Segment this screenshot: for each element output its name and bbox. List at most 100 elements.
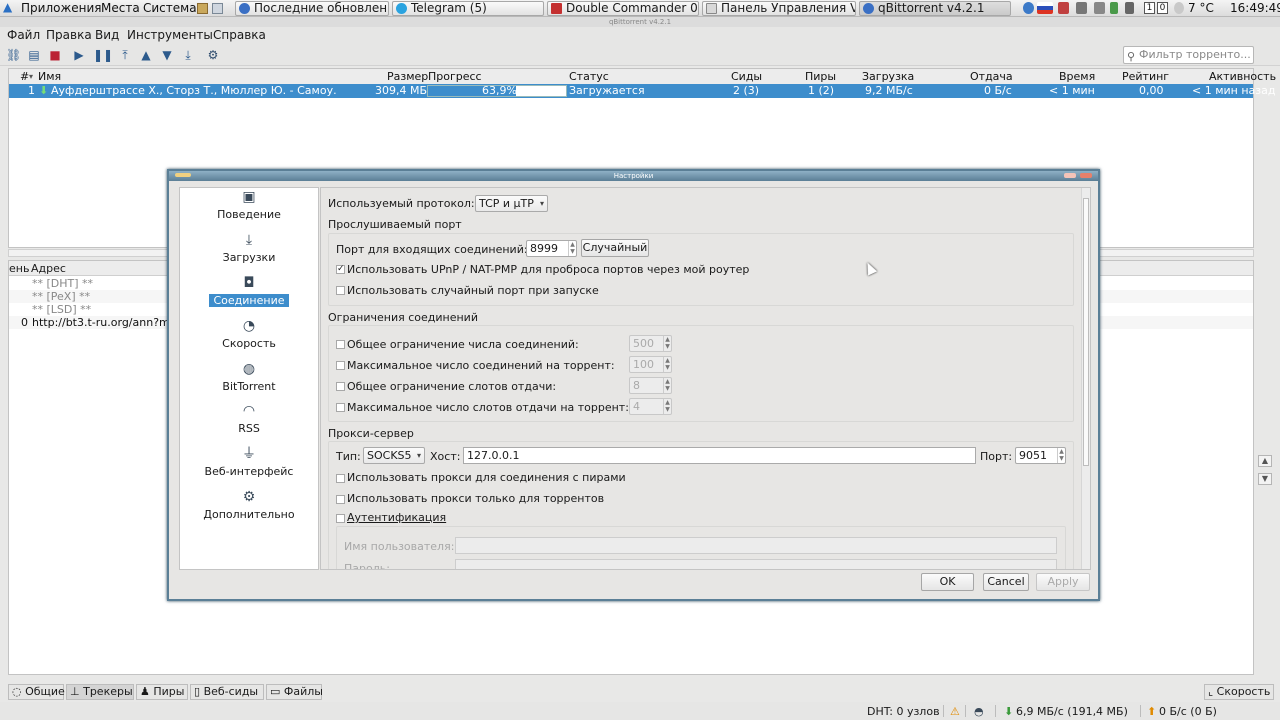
menu-file[interactable]: Файл [7,28,40,42]
indicator-1[interactable]: 1 [1144,2,1155,14]
limit-checkbox[interactable] [336,361,345,370]
nav-connection[interactable]: ◘ Соединение [180,274,318,318]
signal-icon[interactable] [1125,2,1134,14]
move-up-icon[interactable]: ▲ [139,48,153,62]
menu-edit[interactable]: Правка [46,28,92,42]
upload-status[interactable]: 0 Б/с (0 Б) [1159,705,1217,718]
col-ratio[interactable]: Рейтинг [1122,70,1169,83]
col-activity[interactable]: Активность [1209,70,1276,83]
close-icon[interactable] [1080,173,1092,178]
cancel-button[interactable]: Cancel [983,573,1029,591]
move-bottom-icon[interactable]: ⤓ [181,48,195,62]
limit-spinbox[interactable]: 500 ▲ ▼ [629,335,672,352]
resume-icon[interactable]: ▶ [72,48,86,62]
keyboard-layout-flag-icon[interactable] [1037,2,1053,14]
tab-files[interactable]: ▭ Файлы [266,684,323,700]
task-double-commander[interactable]: Double Commander 0.... [547,1,699,16]
username-input[interactable] [455,537,1057,554]
col-upload[interactable]: Отдача [970,70,1013,83]
spin-arrows-icon[interactable]: ▲ ▼ [1057,448,1065,463]
tab-peers[interactable]: ♟ Пиры [136,684,188,700]
add-link-icon[interactable]: ⛓ [6,48,21,62]
apps-logo-icon[interactable]: ▲ [3,1,16,14]
add-torrent-icon[interactable]: ▤ [27,48,41,62]
scrollbar-thumb[interactable] [1083,198,1089,466]
menu-help[interactable]: Справка [213,28,266,42]
proxy-port-spinbox[interactable]: 9051 ▲ ▼ [1015,447,1066,464]
launcher-files-icon[interactable] [197,3,208,14]
settings-gear-icon[interactable]: ⚙ [206,48,220,62]
task-browser[interactable]: Последние обновлен... [235,1,389,16]
task-control-panel[interactable]: Панель Управления Vi... [702,1,856,16]
limit-spinbox[interactable]: 100 ▲ ▼ [629,356,672,373]
volume-icon[interactable] [1076,2,1087,14]
indicator-0[interactable]: 0 [1157,2,1168,14]
download-status[interactable]: 6,9 МБ/с (191,4 МБ) [1016,705,1128,718]
nav-speed[interactable]: ◔ Скорость [180,317,318,361]
pause-icon[interactable]: ❚❚ [93,48,113,62]
move-down-icon[interactable]: ▼ [160,48,174,62]
tab-trackers[interactable]: ⊥ Трекеры [66,684,134,700]
alert-icon[interactable]: ⚠ [950,705,960,718]
tray-app-icon[interactable] [1058,2,1069,14]
delete-icon[interactable]: ■ [48,48,62,62]
col-size[interactable]: Размер [387,70,428,83]
upnp-checkbox[interactable]: ✓ [336,265,345,274]
nav-webui[interactable]: ⏚ Веб-интерфейс [180,445,318,489]
proxy-type-select[interactable]: SOCKS5 ▾ [363,447,425,464]
limit-checkbox[interactable] [336,403,345,412]
limit-spinbox[interactable]: 8 ▲ ▼ [629,377,672,394]
torrent-filter-input[interactable]: ⚲ Фильтр торренто... [1123,46,1254,64]
col-download[interactable]: Загрузка [862,70,914,83]
password-input[interactable] [455,559,1057,569]
protocol-select[interactable]: TCP и µTP ▾ [475,195,548,212]
col-num[interactable]: # [20,70,29,83]
col-peers[interactable]: Пиры [805,70,836,83]
menu-view[interactable]: Вид [95,28,119,42]
nav-downloads[interactable]: ⤓ Загрузки [180,231,318,275]
col-url[interactable]: Адрес [31,262,66,275]
scroll-down-button[interactable]: ▼ [1258,473,1272,485]
move-top-icon[interactable]: ⤒ [118,48,132,62]
tray-settings-icon[interactable] [1094,2,1105,14]
menu-places[interactable]: Места [101,1,140,15]
battery-icon[interactable] [1110,2,1118,14]
settings-scrollbar[interactable] [1081,188,1090,569]
task-qbittorrent[interactable]: qBittorrent v4.2.1 [859,1,1011,16]
nav-bittorrent[interactable]: ◍ BitTorrent [180,360,318,404]
random-port-button[interactable]: Случайный [581,239,649,257]
col-status[interactable]: Статус [569,70,609,83]
launcher-terminal-icon[interactable] [212,3,223,14]
proxy-host-input[interactable]: 127.0.0.1 [463,447,976,464]
menu-tools[interactable]: Инструменты [127,28,213,42]
random-port-checkbox[interactable] [336,286,345,295]
nav-behavior[interactable]: ▣ Поведение [180,188,318,232]
tab-general[interactable]: ◌ Общие [8,684,65,700]
speed-limit-icon[interactable]: ◓ [974,705,984,718]
minimize-icon[interactable] [1064,173,1076,178]
col-tier[interactable]: ень [9,262,29,275]
scroll-up-button[interactable]: ▲ [1258,455,1272,467]
temperature[interactable]: 7 °C [1188,1,1214,15]
menu-applications[interactable]: Приложения [21,1,102,15]
apply-button[interactable]: Apply [1036,573,1090,591]
ok-button[interactable]: OK [921,573,974,591]
proxy-torrents-checkbox[interactable] [336,495,345,504]
speed-tab-button[interactable]: ⌞ Скорость [1204,684,1274,700]
proxy-peers-checkbox[interactable] [336,474,345,483]
auth-checkbox[interactable] [336,514,345,523]
spin-arrows-icon[interactable]: ▲ ▼ [568,241,576,256]
network-tray-icon[interactable] [1023,2,1034,14]
clock[interactable]: 16:49:49 [1230,1,1280,15]
task-telegram[interactable]: Telegram (5) [392,1,544,16]
nav-rss[interactable]: ◠ RSS [180,402,318,446]
limit-checkbox[interactable] [336,382,345,391]
col-seeds[interactable]: Сиды [731,70,762,83]
nav-advanced[interactable]: ⚙ Дополнительно [180,488,318,532]
col-progress[interactable]: Прогресс [428,70,482,83]
limit-checkbox[interactable] [336,340,345,349]
torrent-row[interactable]: 1 ⬇ Ауфдерштрассе Х., Сторз Т., Мюллер Ю… [9,84,1275,98]
limit-spinbox[interactable]: 4 ▲ ▼ [629,398,672,415]
tab-webseeds[interactable]: ▯ Веб-сиды [190,684,264,700]
window-menu-icon[interactable] [175,173,191,177]
